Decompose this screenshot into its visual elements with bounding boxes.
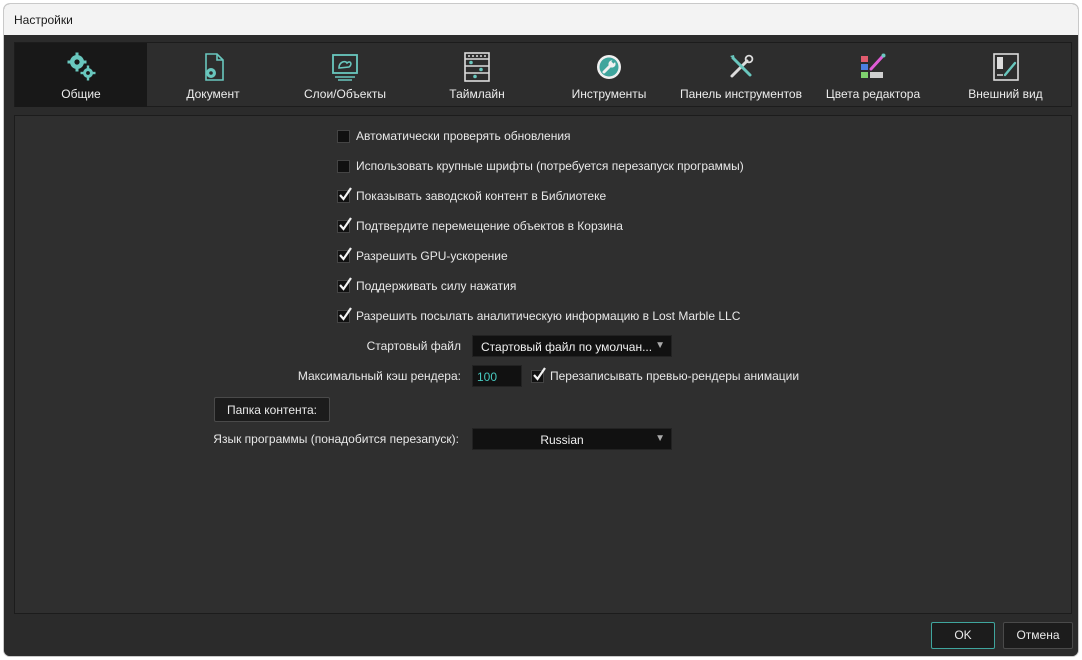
tab-label: Цвета редактора [825, 87, 921, 101]
dropdown-arrow-icon: ▼ [655, 433, 665, 444]
cancel-button[interactable]: Отмена [1003, 622, 1073, 649]
general-settings-panel: Автоматически проверять обновления Испол… [14, 115, 1072, 614]
checkbox[interactable] [531, 366, 546, 383]
ok-button[interactable]: OK [931, 622, 995, 649]
content-folder-button[interactable]: Папка контента: [214, 397, 330, 422]
pressure-sensitivity-option[interactable]: Поддерживать силу нажатия [337, 276, 517, 295]
gpu-acceleration-option[interactable]: Разрешить GPU-ускорение [337, 246, 508, 265]
tab-tools[interactable]: Инструменты [543, 43, 675, 107]
checkbox[interactable] [337, 276, 352, 293]
render-cache-input[interactable]: 100 [472, 365, 522, 387]
timeline-icon [464, 52, 490, 82]
analytics-option[interactable]: Разрешить посылать аналитическую информа… [337, 306, 741, 325]
dropdown-arrow-icon: ▼ [655, 340, 665, 351]
checkbox-label: Поддерживать силу нажатия [356, 279, 517, 293]
tab-label: Общие [61, 87, 101, 101]
tab-general[interactable]: Общие [15, 43, 147, 107]
checkbox-label: Перезаписывать превью-рендеры анимации [550, 369, 800, 383]
checkbox-label: Подтвердите перемещение объектов в Корзи… [356, 219, 623, 233]
tab-label: Внешний вид [968, 87, 1043, 101]
startup-file-select[interactable]: Стартовый файл по умолчан... ▼ [472, 335, 672, 357]
tab-label: Документ [186, 87, 240, 101]
checkbox-label: Разрешить GPU-ускорение [356, 249, 508, 263]
checkbox[interactable] [337, 246, 352, 263]
confirm-trash-option[interactable]: Подтвердите перемещение объектов в Корзи… [337, 216, 623, 235]
gears-icon [67, 52, 96, 81]
checkbox-label: Использовать крупные шрифты (потребуется… [356, 159, 744, 173]
tab-document[interactable]: Документ [147, 43, 279, 107]
checkbox[interactable] [337, 159, 350, 173]
checkmark-icon [339, 186, 352, 201]
tab-appearance[interactable]: Внешний вид [939, 43, 1072, 107]
language-label: Язык программы (понадобится перезапуск): [213, 432, 459, 446]
palette-icon [861, 53, 886, 78]
checkmark-icon [533, 366, 546, 381]
tab-label: Инструменты [571, 87, 647, 101]
preferences-window: Настройки Общие Документ Слои/Объекты Та… [3, 3, 1079, 657]
show-factory-content-option[interactable]: Показывать заводской контент в Библиотек… [337, 186, 607, 205]
select-value: Russian [540, 433, 584, 447]
tab-layers-objects[interactable]: Слои/Объекты [279, 43, 411, 107]
title-bar[interactable]: Настройки [4, 4, 1078, 35]
window-title: Настройки [14, 13, 73, 27]
wrench-icon [597, 55, 621, 79]
checkbox[interactable] [337, 306, 352, 323]
render-cache-label: Максимальный кэш рендера: [297, 369, 461, 383]
checkmark-icon [339, 246, 352, 261]
large-fonts-option[interactable]: Использовать крупные шрифты (потребуется… [337, 157, 744, 175]
checkmark-icon [339, 306, 352, 321]
button-label: Папка контента: [226, 403, 318, 417]
checkbox-label: Показывать заводской контент в Библиотек… [356, 189, 607, 203]
tab-toolbar[interactable]: Панель инструментов [675, 43, 807, 107]
checkbox-label: Разрешить посылать аналитическую информа… [356, 309, 741, 323]
checkmark-icon [339, 276, 352, 291]
checkbox[interactable] [337, 129, 350, 143]
button-label: Отмена [1016, 628, 1060, 642]
tab-editor-colors[interactable]: Цвета редактора [807, 43, 939, 107]
button-label: OK [954, 628, 972, 642]
checkbox-label: Автоматически проверять обновления [356, 129, 571, 143]
appearance-icon [992, 53, 1019, 81]
checkbox[interactable] [337, 186, 352, 203]
tab-label: Таймлайн [449, 87, 505, 101]
startup-file-label: Стартовый файл [366, 339, 461, 353]
document-icon [205, 53, 224, 81]
checkmark-icon [339, 216, 352, 231]
select-value: Стартовый файл по умолчан... [481, 340, 653, 354]
check-updates-option[interactable]: Автоматически проверять обновления [337, 127, 571, 145]
checkbox[interactable] [337, 216, 352, 233]
tools-icon [730, 54, 754, 78]
tab-label: Слои/Объекты [303, 87, 386, 101]
layers-icon [332, 54, 358, 81]
overwrite-previews-option[interactable]: Перезаписывать превью-рендеры анимации [531, 366, 800, 385]
tab-bar: Общие Документ Слои/Объекты Таймлайн Инс… [14, 42, 1072, 107]
language-select[interactable]: Russian ▼ [472, 428, 672, 450]
dialog-content: Общие Документ Слои/Объекты Таймлайн Инс… [4, 35, 1078, 656]
tab-label: Панель инструментов [680, 87, 802, 101]
tab-timeline[interactable]: Таймлайн [411, 43, 543, 107]
